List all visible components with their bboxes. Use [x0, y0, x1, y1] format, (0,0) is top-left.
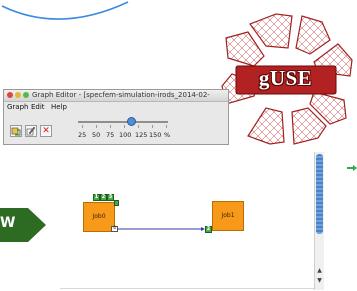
- input-port[interactable]: 2: [100, 194, 107, 201]
- scroll-down-arrow-icon[interactable]: ▼: [315, 276, 324, 285]
- scrollbar-thumb[interactable]: [316, 154, 323, 234]
- green-arrow-icon: [347, 165, 357, 171]
- input-port[interactable]: 2: [205, 226, 212, 233]
- output-port[interactable]: 4: [111, 226, 118, 232]
- input-port[interactable]: 1: [93, 194, 100, 201]
- canvas-bottom-border: [60, 288, 320, 289]
- input-port[interactable]: 3: [107, 194, 114, 201]
- vertical-scrollbar[interactable]: ▲ ▼: [314, 152, 324, 290]
- job-label: Job1: [221, 212, 235, 219]
- scroll-up-arrow-icon[interactable]: ▲: [315, 266, 324, 275]
- job-port-small[interactable]: [114, 200, 119, 206]
- workflow-edges: [118, 227, 205, 231]
- job-node-job1[interactable]: Job1: [212, 201, 244, 231]
- job-label: Job0: [92, 213, 106, 220]
